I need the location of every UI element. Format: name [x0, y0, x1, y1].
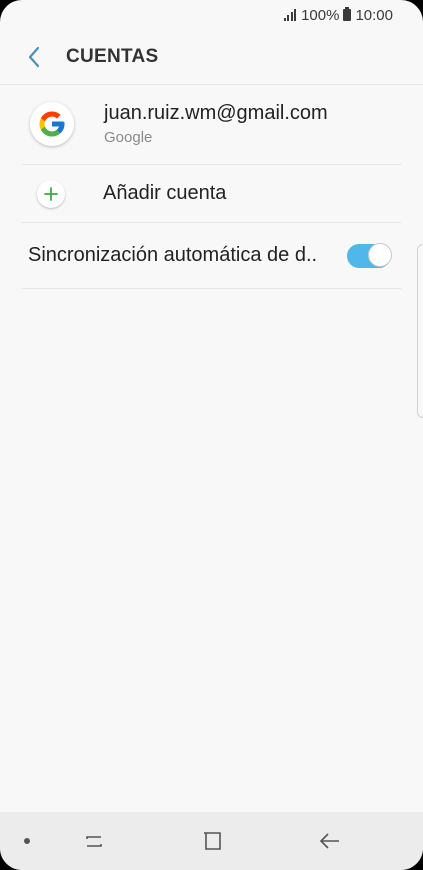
- signal-icon: [283, 9, 297, 21]
- auto-sync-toggle[interactable]: [347, 242, 392, 268]
- clock: 10:00: [355, 6, 393, 24]
- google-g-logo: [39, 111, 65, 137]
- app-bar: CUENTAS: [0, 30, 423, 85]
- battery-icon: [343, 7, 352, 21]
- add-account-button[interactable]: Añadir cuenta: [22, 165, 401, 223]
- accounts-list: juan.ruiz.wm@gmail.com Google Añadir cue…: [0, 84, 423, 289]
- recent-apps-button[interactable]: [82, 829, 106, 853]
- account-item-google[interactable]: juan.ruiz.wm@gmail.com Google: [22, 84, 401, 165]
- add-account-label: Añadir cuenta: [103, 182, 227, 204]
- toggle-knob: [368, 242, 392, 267]
- back-nav-button[interactable]: [318, 829, 342, 853]
- account-text: juan.ruiz.wm@gmail.com Google: [104, 102, 328, 146]
- account-email: juan.ruiz.wm@gmail.com: [104, 102, 328, 124]
- auto-sync-label: Sincronización automática de d..: [28, 244, 318, 266]
- plus-icon: [37, 179, 65, 208]
- scroll-indicator[interactable]: [417, 244, 423, 418]
- back-button[interactable]: [14, 37, 54, 77]
- plus-glyph: [44, 186, 58, 201]
- auto-sync-row[interactable]: Sincronización automática de d..: [22, 223, 401, 289]
- back-icon: [319, 833, 339, 849]
- status-bar: 100% 10:00: [0, 0, 423, 30]
- home-button[interactable]: [200, 829, 224, 853]
- recent-apps-icon: [86, 836, 102, 847]
- screen: 100% 10:00 CUENTAS juan.ruiz.wm@gmail.co…: [0, 0, 423, 870]
- google-icon: [30, 102, 74, 146]
- page-title: CUENTAS: [66, 46, 159, 67]
- dot-icon[interactable]: [24, 838, 30, 844]
- battery-percentage: 100%: [301, 6, 340, 24]
- account-type: Google: [104, 129, 153, 146]
- chevron-left-icon: [28, 46, 40, 68]
- home-icon: [204, 832, 221, 850]
- navigation-bar: [0, 812, 423, 870]
